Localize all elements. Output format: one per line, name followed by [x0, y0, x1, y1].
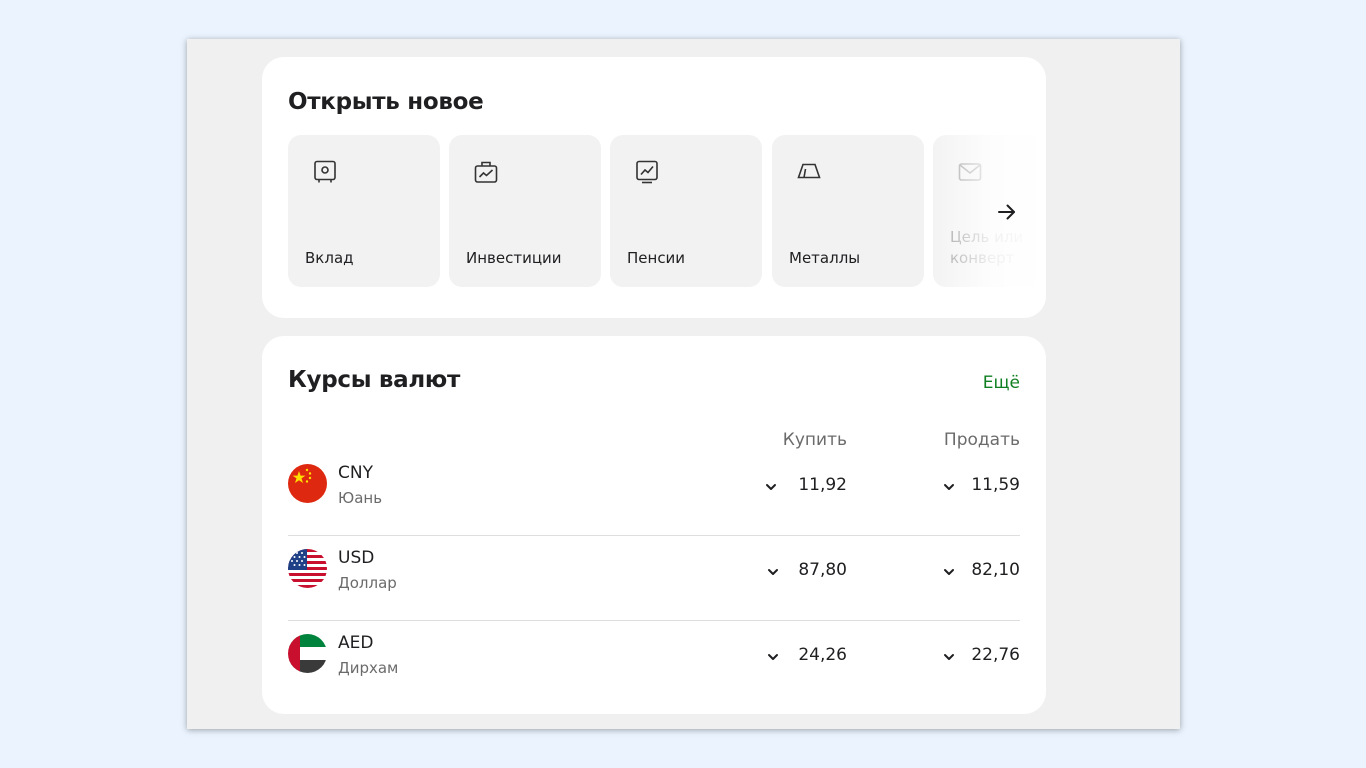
chevron-down-icon [944, 569, 954, 575]
more-link[interactable]: Ещё [983, 373, 1020, 393]
china-flag-icon [288, 464, 327, 503]
chevron-down-icon [766, 484, 776, 490]
chart-up-icon [636, 160, 658, 184]
tile-label: Цель или конверт [950, 228, 1024, 267]
open-new-card: Открыть новое Вклад Инвестиции Пенсии Ме… [262, 57, 1046, 318]
product-carousel: Вклад Инвестиции Пенсии Металлы Цель или… [288, 135, 1046, 288]
tile-label: Пенсии [627, 249, 686, 267]
usa-flag-icon [288, 549, 327, 588]
tile-label: Вклад [305, 249, 354, 267]
sell-rate: 82,10 [971, 560, 1020, 580]
chevron-down-icon [768, 654, 778, 660]
tile-investments[interactable]: Инвестиции [449, 135, 601, 287]
rates-title: Курсы валют [288, 367, 461, 393]
safe-icon [314, 160, 336, 183]
currency-code: AED [338, 633, 374, 653]
envelope-icon [958, 163, 982, 181]
currency-code: USD [338, 548, 375, 568]
tile-goal-envelope[interactable]: Цель или конверт [933, 135, 1046, 287]
currency-name: Юань [338, 489, 383, 507]
tile-deposit[interactable]: Вклад [288, 135, 440, 287]
open-new-title: Открыть новое [288, 89, 484, 115]
buy-rate: 11,92 [798, 475, 847, 495]
tile-label: Инвестиции [466, 249, 562, 267]
sell-column-header: Продать [943, 430, 1020, 450]
buy-column-header: Купить [782, 430, 847, 450]
app-window: Открыть новое Вклад Инвестиции Пенсии Ме… [187, 39, 1180, 729]
chevron-down-icon [768, 569, 778, 575]
sell-rate: 22,76 [971, 645, 1020, 665]
currency-name: Дирхам [338, 659, 399, 677]
chevron-down-icon [944, 484, 954, 490]
row-divider [288, 620, 1020, 621]
currency-name: Доллар [338, 574, 397, 592]
briefcase-chart-icon [474, 161, 498, 183]
arrow-right-icon[interactable] [994, 199, 1020, 225]
rate-row-cny[interactable]: CNY Юань 11,92 11,59 [288, 452, 1020, 536]
rate-row-usd[interactable]: USD Доллар 87,80 82,10 [288, 537, 1020, 621]
currency-code: CNY [338, 463, 373, 483]
tile-metals[interactable]: Металлы [772, 135, 924, 287]
rate-row-aed[interactable]: AED Дирхам 24,26 22,76 [288, 622, 1020, 706]
gold-bar-icon [797, 163, 821, 179]
buy-rate: 24,26 [798, 645, 847, 665]
tile-label: Металлы [789, 249, 861, 267]
buy-rate: 87,80 [798, 560, 847, 580]
uae-flag-icon [288, 634, 327, 673]
sell-rate: 11,59 [971, 475, 1020, 495]
tile-pensions[interactable]: Пенсии [610, 135, 762, 287]
row-divider [288, 535, 1020, 536]
chevron-down-icon [944, 654, 954, 660]
exchange-rates-card: Курсы валют Ещё Купить Продать CNY Юань … [262, 336, 1046, 714]
